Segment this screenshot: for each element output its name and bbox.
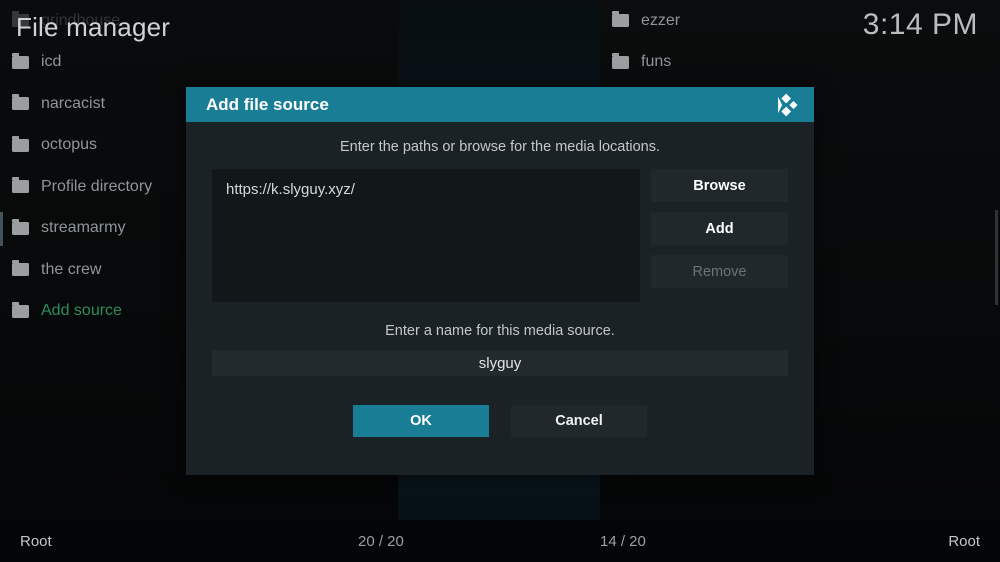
name-hint: Enter a name for this media source. [385, 323, 615, 339]
add-button[interactable]: Add [651, 212, 788, 245]
path-list-box[interactable]: https://k.slyguy.xyz/ [212, 169, 640, 302]
list-item-label: funs [641, 53, 672, 71]
dialog-title: Add file source [206, 94, 329, 114]
folder-icon [612, 11, 629, 28]
folder-icon [12, 177, 29, 194]
list-item-label: Profile directory [41, 177, 153, 195]
page-title: File manager [16, 12, 171, 42]
paths-hint: Enter the paths or browse for the media … [340, 139, 660, 155]
folder-icon [12, 135, 29, 152]
add-file-source-dialog: Add file source Enter the paths or brows… [186, 87, 814, 475]
source-name-input[interactable]: slyguy [212, 350, 788, 376]
dialog-header: Add file source [186, 87, 814, 122]
folder-icon [12, 94, 29, 111]
path-entry[interactable]: https://k.slyguy.xyz/ [226, 181, 626, 198]
dialog-body: https://k.slyguy.xyz/ Browse Add Remove [186, 169, 814, 302]
folder-icon [612, 52, 629, 69]
list-item-label: ezzer [641, 11, 681, 29]
list-item[interactable]: funs [600, 42, 1000, 84]
list-item-label: icd [41, 53, 62, 71]
list-item-label: streamarmy [41, 219, 126, 237]
remove-button: Remove [651, 255, 788, 288]
ok-button[interactable]: OK [353, 405, 489, 437]
add-source-label: Add source [41, 302, 122, 320]
cancel-button[interactable]: Cancel [511, 405, 647, 437]
kodi-file-manager-screen: File manager 3:14 PM grindhouse icd narc… [0, 0, 1000, 562]
status-left-path: Root [20, 532, 52, 550]
browse-button[interactable]: Browse [651, 169, 788, 202]
status-bar: Root 20 / 20 14 / 20 Root [0, 520, 1000, 562]
list-item[interactable]: icd [0, 42, 398, 84]
folder-icon [12, 301, 29, 318]
path-action-buttons: Browse Add Remove [651, 169, 788, 302]
list-item-label: the crew [41, 260, 102, 278]
kodi-logo-icon [774, 92, 800, 118]
list-item-label: narcacist [41, 94, 106, 112]
folder-icon [12, 260, 29, 277]
scrollbar[interactable] [995, 210, 998, 305]
list-item-label: octopus [41, 136, 98, 154]
dialog-actions: OK Cancel [186, 405, 814, 437]
status-right-path: Root [948, 532, 980, 550]
status-left-count: 20 / 20 [358, 532, 404, 550]
status-right-count: 14 / 20 [600, 532, 646, 550]
folder-icon [12, 52, 29, 69]
folder-icon [12, 218, 29, 235]
clock: 3:14 PM [862, 8, 978, 41]
